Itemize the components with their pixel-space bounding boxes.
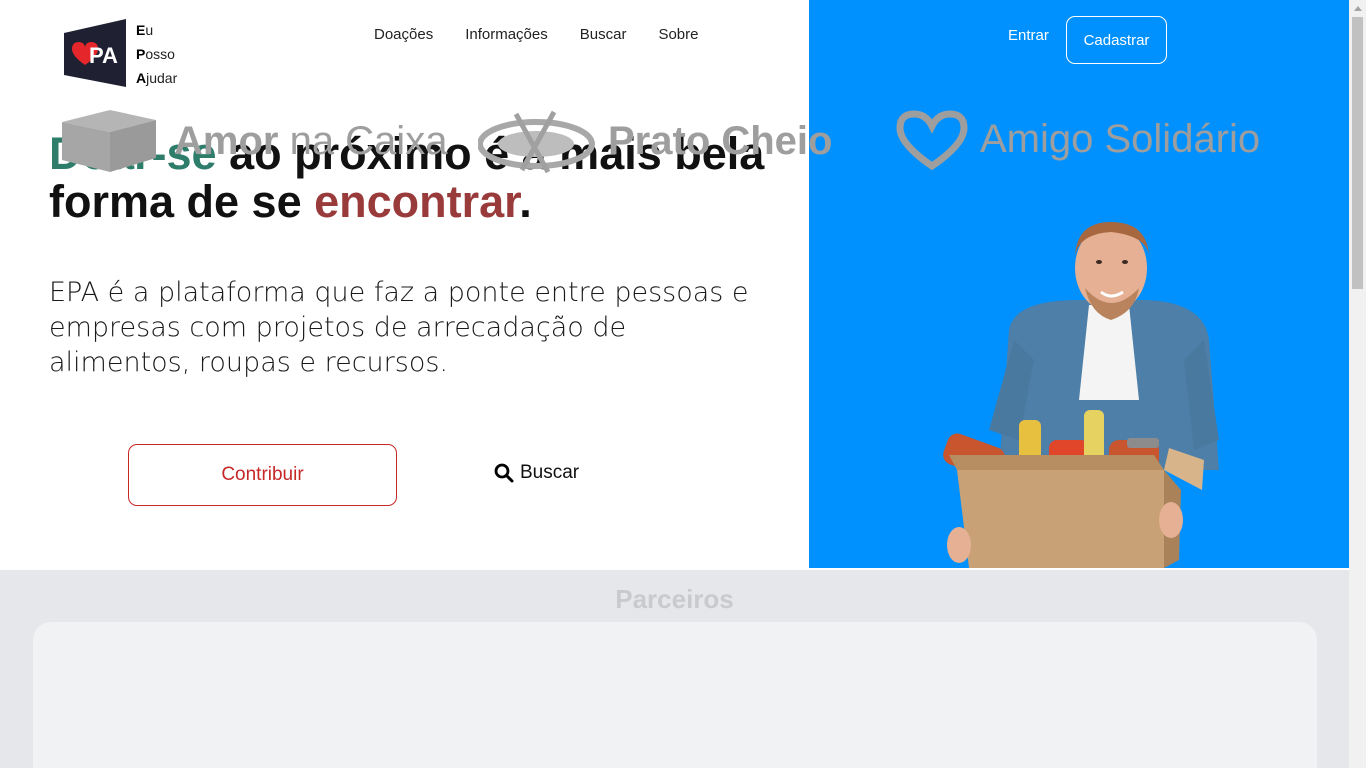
search-button-label: Buscar bbox=[520, 462, 580, 483]
page-scrollbar[interactable] bbox=[1349, 0, 1366, 768]
heart-handshake-icon bbox=[896, 110, 968, 170]
nav-item-sobre[interactable]: Sobre bbox=[658, 26, 698, 43]
logo-wordmark: Eu Posso Ajudar bbox=[136, 22, 178, 86]
partner-name: Prato Cheio bbox=[608, 118, 833, 163]
nav-item-buscar[interactable]: Buscar bbox=[580, 26, 627, 43]
partner-amor-na-caixa[interactable]: Amor na Caixa bbox=[60, 108, 447, 174]
svg-text:PA: PA bbox=[89, 43, 118, 68]
brand-logo[interactable]: PA Eu Posso Ajudar bbox=[60, 18, 177, 90]
partners-section: Parceiros bbox=[0, 570, 1349, 768]
search-button[interactable]: Buscar bbox=[494, 462, 579, 484]
hero-description: EPA é a plataforma que faz a ponte entre… bbox=[49, 277, 749, 378]
partners-card bbox=[33, 622, 1317, 768]
headline-highlight-red: encontrar bbox=[314, 176, 520, 227]
scroll-up-arrow-icon[interactable] bbox=[1349, 0, 1366, 17]
search-icon bbox=[494, 463, 514, 483]
partner-name-bold: Amor bbox=[174, 118, 279, 163]
partner-name-rest: na Caixa bbox=[278, 118, 448, 163]
partner-amigo-solidario[interactable]: Amigo Solidário bbox=[894, 108, 1260, 170]
signup-button[interactable]: Cadastrar bbox=[1066, 16, 1167, 64]
logo-mark: PA bbox=[60, 19, 130, 89]
login-link[interactable]: Entrar bbox=[1008, 27, 1049, 44]
box-icon bbox=[62, 110, 156, 172]
epa-logo-icon: PA bbox=[64, 19, 126, 87]
volunteer-with-donation-box-illustration bbox=[943, 222, 1219, 568]
partner-prato-cheio[interactable]: Prato Cheio bbox=[478, 108, 832, 174]
partners-title: Parceiros bbox=[615, 584, 734, 614]
nav-item-informacoes[interactable]: Informações bbox=[465, 26, 548, 43]
plate-cutlery-icon bbox=[478, 110, 595, 174]
nav-item-doacoes[interactable]: Doações bbox=[374, 26, 433, 43]
contribute-button[interactable]: Contribuir bbox=[128, 444, 397, 506]
main-nav: Doações Informações Buscar Sobre bbox=[374, 26, 698, 43]
headline-period: . bbox=[519, 176, 532, 227]
hero-image-panel bbox=[809, 0, 1349, 568]
scrollbar-thumb[interactable] bbox=[1352, 17, 1363, 289]
partner-name: Amigo Solidário bbox=[980, 116, 1261, 161]
